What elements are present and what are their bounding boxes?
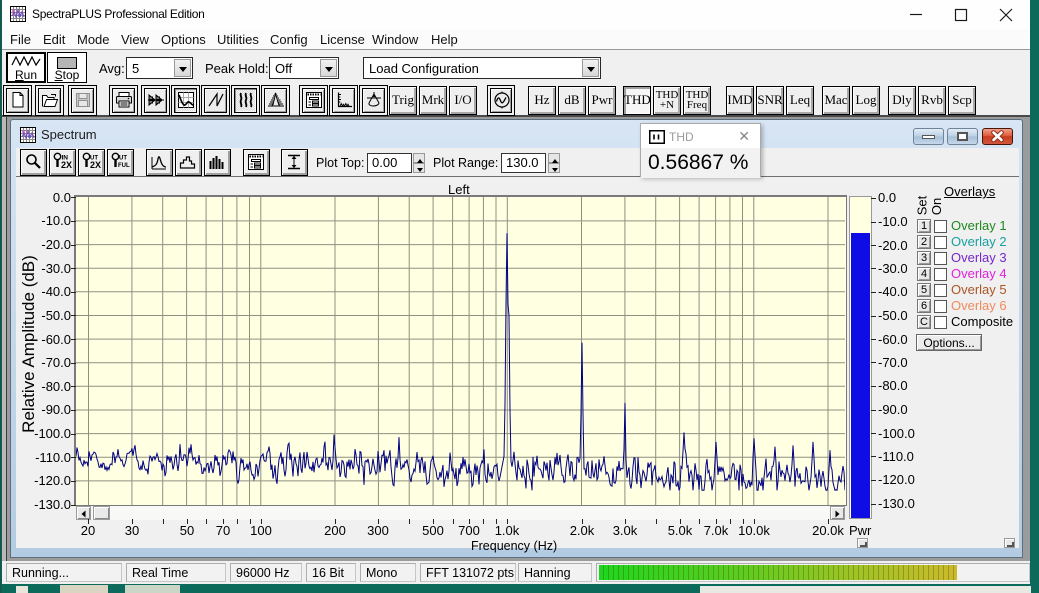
svg-text:FULL: FULL bbox=[118, 163, 130, 169]
svg-text:UT: UT bbox=[119, 156, 127, 162]
svg-text:2X: 2X bbox=[61, 160, 72, 170]
svg-text:2X: 2X bbox=[90, 160, 101, 170]
